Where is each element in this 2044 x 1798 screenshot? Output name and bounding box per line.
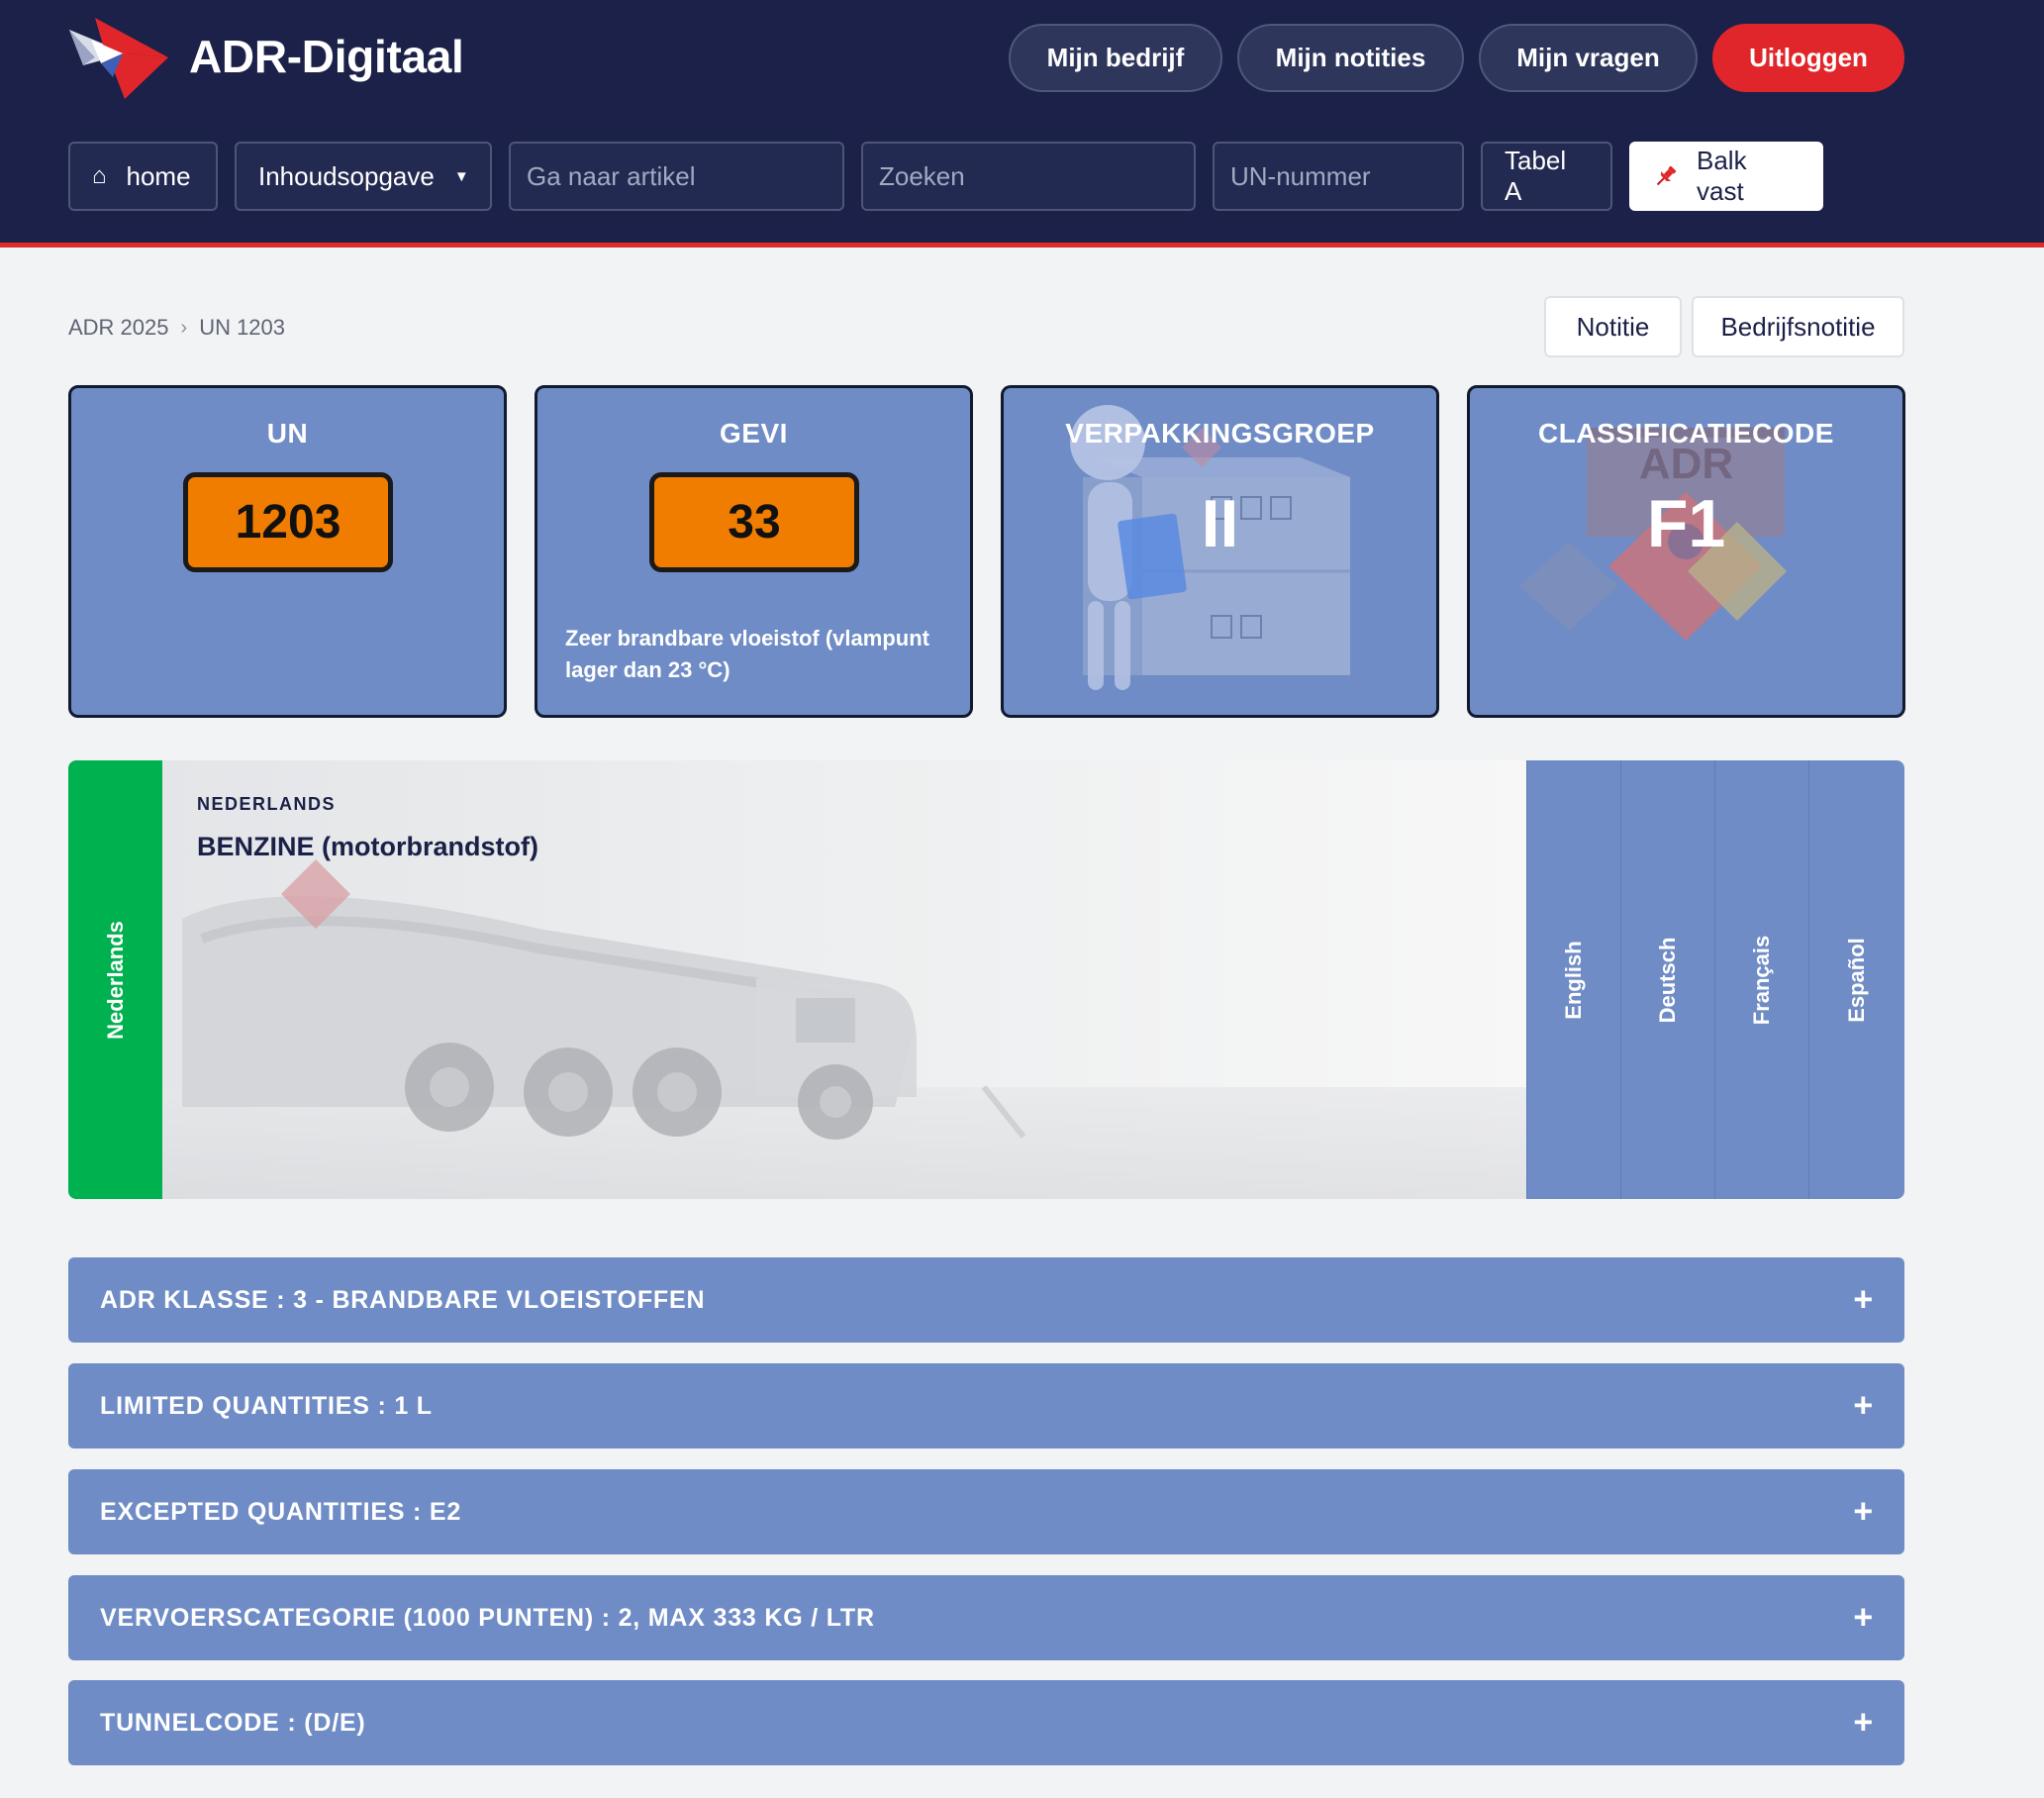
accordion-tunnel-code[interactable]: TUNNELCODE : (D/E) + — [68, 1680, 1904, 1765]
search-input[interactable]: Zoeken — [861, 142, 1196, 211]
language-label: NEDERLANDS — [197, 794, 337, 814]
my-notes-button[interactable]: Mijn notities — [1237, 24, 1464, 92]
accordion-label: TUNNELCODE : (D/E) — [100, 1708, 366, 1737]
tab-nederlands-label: Nederlands — [102, 920, 128, 1040]
packing-group-card: VERPAKKINGSGROEP II — [1001, 385, 1439, 718]
accordion-limited-quantities[interactable]: LIMITED QUANTITIES : 1 L + — [68, 1363, 1904, 1448]
pin-bar-label: Balk vast — [1697, 146, 1747, 206]
substance-name: BENZINE (motorbrandstof) — [197, 832, 538, 861]
breadcrumb: ADR 2025 › UN 1203 — [68, 315, 285, 341]
gevi-description: Zeer brandbare vloeistof (vlampunt lager… — [565, 626, 929, 682]
gevi-number-plate: 33 — [649, 472, 859, 572]
brand-name[interactable]: ADR-Digitaal — [189, 30, 464, 83]
note-button[interactable]: Notitie — [1544, 296, 1682, 357]
un-number-input[interactable]: UN-nummer — [1213, 142, 1464, 211]
breadcrumb-separator: › — [180, 316, 188, 339]
tanker-truck-illustration — [162, 760, 1526, 1199]
expand-plus-icon[interactable]: + — [1853, 1493, 1874, 1532]
un-card: UN 1203 — [68, 385, 507, 718]
tab-deutsch-label: Deutsch — [1655, 937, 1680, 1023]
home-button[interactable]: ⌂ home — [68, 142, 218, 211]
home-label: home — [126, 160, 191, 191]
accordion-adr-class[interactable]: ADR KLASSE : 3 - BRANDBARE VLOEISTOFFEN … — [68, 1257, 1904, 1343]
gevi-title: GEVI — [720, 418, 788, 449]
breadcrumb-item-un: UN 1203 — [199, 315, 286, 340]
breadcrumb-item-adr[interactable]: ADR 2025 — [68, 315, 169, 341]
accordion-excepted-quantities[interactable]: EXCEPTED QUANTITIES : E2 + — [68, 1469, 1904, 1554]
classification-art-label: ADR — [1638, 440, 1734, 488]
tab-espanol[interactable]: Español — [1808, 760, 1904, 1199]
contents-dropdown[interactable]: Inhoudsopgave ▼ — [235, 142, 492, 211]
packing-group-title: VERPAKKINGSGROEP — [1065, 418, 1375, 449]
tab-espanol-label: Español — [1844, 937, 1869, 1023]
expand-plus-icon[interactable]: + — [1853, 1599, 1874, 1638]
logout-button[interactable]: Uitloggen — [1712, 24, 1904, 92]
my-questions-button[interactable]: Mijn vragen — [1479, 24, 1698, 92]
packing-group-value: II — [1201, 486, 1239, 561]
un-number-plate: 1203 — [183, 472, 393, 572]
contents-label: Inhoudsopgave — [258, 160, 435, 191]
un-title: UN — [266, 418, 309, 449]
article-input[interactable]: Ga naar artikel — [509, 142, 844, 211]
tab-english-label: English — [1561, 940, 1586, 1020]
tab-english[interactable]: English — [1526, 760, 1620, 1199]
language-panel: Nederlands NEDERLANDS BENZINE (motorbran… — [68, 760, 1904, 1199]
tab-deutsch[interactable]: Deutsch — [1620, 760, 1714, 1199]
accordion-label: LIMITED QUANTITIES : 1 L — [100, 1391, 433, 1420]
caret-down-icon: ▼ — [453, 167, 469, 185]
gevi-card: GEVI 33 Zeer brandbare vloeistof (vlampu… — [535, 385, 973, 718]
table-a-button[interactable]: Tabel A — [1481, 142, 1612, 211]
classification-value: F1 — [1646, 486, 1726, 561]
expand-plus-icon[interactable]: + — [1853, 1387, 1874, 1426]
tab-francais-label: Français — [1749, 935, 1774, 1025]
expand-plus-icon[interactable]: + — [1853, 1704, 1874, 1743]
company-note-button[interactable]: Bedrijfsnotitie — [1692, 296, 1904, 357]
accordion-transport-category[interactable]: VERVOERSCATEGORIE (1000 PUNTEN) : 2, MAX… — [68, 1575, 1904, 1660]
home-icon: ⌂ — [92, 162, 107, 189]
accordion-label: EXCEPTED QUANTITIES : E2 — [100, 1497, 462, 1526]
my-company-button[interactable]: Mijn bedrijf — [1009, 24, 1222, 92]
accordion-label: ADR KLASSE : 3 - BRANDBARE VLOEISTOFFEN — [100, 1285, 706, 1314]
classification-card: CLASSIFICATIECODE ADR F1 — [1467, 385, 1905, 718]
top-header: ADR-Digitaal Mijn bedrijf Mijn notities … — [0, 0, 2044, 248]
tab-francais[interactable]: Français — [1714, 760, 1808, 1199]
expand-plus-icon[interactable]: + — [1853, 1281, 1874, 1320]
pin-icon — [1653, 163, 1679, 189]
logo-icon[interactable] — [65, 18, 172, 99]
pin-bar-button[interactable]: Balk vast — [1629, 142, 1823, 211]
accordion-label: VERVOERSCATEGORIE (1000 PUNTEN) : 2, MAX… — [100, 1603, 875, 1632]
tab-nederlands[interactable]: Nederlands — [68, 760, 162, 1199]
